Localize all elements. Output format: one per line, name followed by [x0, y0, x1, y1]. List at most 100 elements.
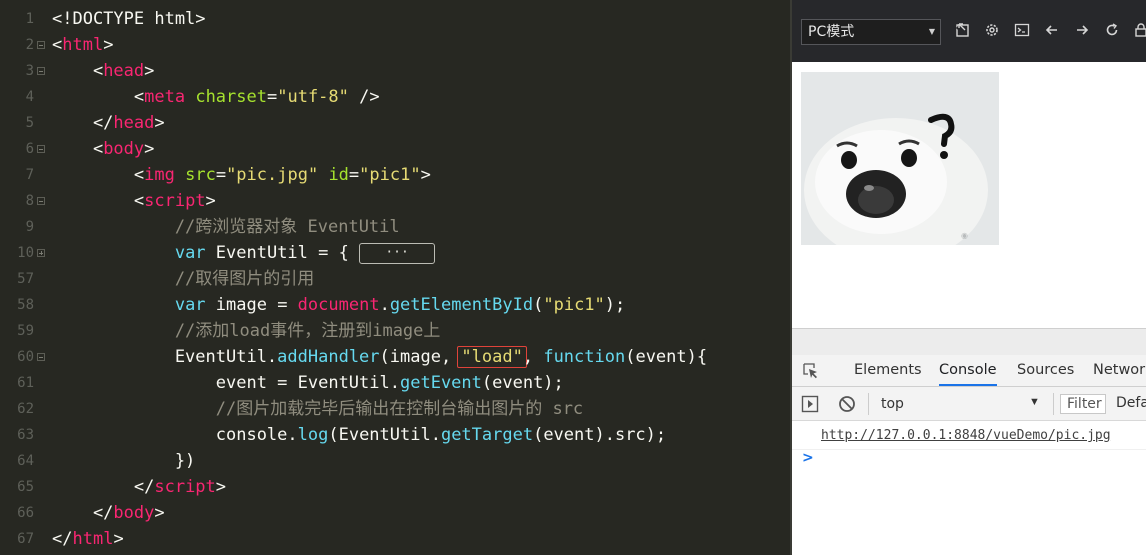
- line-number: 7: [25, 167, 34, 183]
- devtools-resize-bar[interactable]: [792, 328, 1146, 355]
- fold-collapse-icon[interactable]: [37, 41, 45, 49]
- mode-select-value: PC模式: [808, 24, 855, 40]
- fold-collapse-icon[interactable]: [37, 145, 45, 153]
- inspect-element-icon[interactable]: [802, 362, 820, 380]
- code-line[interactable]: 57 //取得图片的引用: [0, 266, 790, 292]
- console-prompt-icon[interactable]: >: [802, 450, 814, 466]
- settings-icon[interactable]: [983, 22, 1001, 40]
- code-token: "pic1": [543, 295, 605, 315]
- log-levels-select[interactable]: Defa: [1116, 395, 1146, 411]
- code-line[interactable]: 62 //图片加载完毕后输出在控制台输出图片的 src: [0, 396, 790, 422]
- folded-code-placeholder[interactable]: ···: [359, 243, 436, 264]
- code-token: <: [52, 61, 104, 81]
- code-line[interactable]: 7 <img src="pic.jpg" id="pic1">: [0, 162, 790, 188]
- code-token: (event){: [625, 347, 708, 367]
- code-line[interactable]: 3 <head>: [0, 58, 790, 84]
- code-line[interactable]: 61 event = EventUtil.getEvent(event);: [0, 370, 790, 396]
- code-editor[interactable]: 1 <!DOCTYPE html> 2 <html> 3 <head> 4 <meta c…: [0, 0, 790, 555]
- code-line[interactable]: 59 //添加load事件，注册到image上: [0, 318, 790, 344]
- toolbar-divider: [1053, 393, 1054, 415]
- context-select[interactable]: top ▼: [874, 393, 1044, 415]
- forward-arrow-icon[interactable]: [1073, 22, 1091, 40]
- code-token: (event);: [481, 373, 564, 393]
- code-token: >: [144, 139, 155, 159]
- tab-elements[interactable]: Elements: [854, 355, 922, 386]
- fold-collapse-icon[interactable]: [37, 353, 45, 361]
- console-output[interactable]: http://127.0.0.1:8848/vueDemo/pic.jpg >: [792, 421, 1146, 555]
- lock-icon[interactable]: [1132, 22, 1146, 40]
- tab-network[interactable]: Network: [1093, 355, 1146, 386]
- code-token: "load": [457, 346, 527, 368]
- code-line[interactable]: 66 </body>: [0, 500, 790, 526]
- code-token: getTarget: [440, 425, 534, 445]
- code-token: >: [420, 165, 431, 185]
- chevron-down-icon: ▼: [928, 27, 935, 36]
- code-token: img: [144, 165, 175, 185]
- code-line[interactable]: 2 <html>: [0, 32, 790, 58]
- code-line[interactable]: 63 console.log(EventUtil.getTarget(event…: [0, 422, 790, 448]
- code-token: (EventUtil.: [328, 425, 441, 445]
- console-log-link[interactable]: http://127.0.0.1:8848/vueDemo/pic.jpg: [821, 428, 1111, 443]
- code-text: <head>: [52, 58, 154, 84]
- code-line[interactable]: 9 //跨浏览器对象 EventUtil: [0, 214, 790, 240]
- line-number: 58: [17, 297, 34, 313]
- code-line[interactable]: 6 <body>: [0, 136, 790, 162]
- clear-console-icon[interactable]: [838, 395, 856, 413]
- tab-console[interactable]: Console: [939, 355, 997, 386]
- code-line[interactable]: 64 }): [0, 448, 790, 474]
- code-token: addHandler: [277, 347, 380, 367]
- open-external-icon[interactable]: [954, 22, 972, 40]
- code-token: =: [215, 165, 227, 185]
- line-number: 10: [17, 245, 34, 261]
- code-line[interactable]: 1 <!DOCTYPE html>: [0, 6, 790, 32]
- code-line[interactable]: 4 <meta charset="utf-8" />: [0, 84, 790, 110]
- code-token: var: [174, 295, 206, 315]
- code-text: console.log(EventUtil.getTarget(event).s…: [52, 422, 666, 448]
- filter-input[interactable]: Filter: [1060, 394, 1106, 414]
- back-arrow-icon[interactable]: [1043, 22, 1061, 40]
- line-number: 8: [25, 193, 34, 209]
- code-line[interactable]: 65 </script>: [0, 474, 790, 500]
- fold-collapse-icon[interactable]: [37, 67, 45, 75]
- filter-placeholder: Filter: [1067, 396, 1102, 412]
- context-select-value: top: [881, 396, 904, 412]
- log-separator: [792, 449, 1146, 450]
- code-token: (image,: [379, 347, 462, 367]
- code-token: <: [52, 35, 63, 55]
- code-line[interactable]: 10 var EventUtil = { ···: [0, 240, 790, 266]
- code-text: EventUtil.addHandler(image, "load", func…: [52, 344, 707, 370]
- code-token: />: [348, 87, 380, 107]
- refresh-icon[interactable]: [1103, 22, 1121, 40]
- line-number: 9: [25, 219, 34, 235]
- page-preview: ◉: [792, 62, 1146, 328]
- line-number: 57: [17, 271, 34, 287]
- tab-sources[interactable]: Sources: [1017, 355, 1074, 386]
- code-token: "pic1": [359, 165, 421, 185]
- code-line[interactable]: 67 </html>: [0, 526, 790, 552]
- sidebar-toggle-icon[interactable]: [801, 395, 819, 413]
- code-token: EventUtil.: [52, 347, 278, 367]
- code-line[interactable]: 5 </head>: [0, 110, 790, 136]
- browser-toolbar: PC模式 ▼: [792, 0, 1146, 62]
- code-line[interactable]: 58 var image = document.getElementById("…: [0, 292, 790, 318]
- code-token: >: [144, 61, 155, 81]
- code-token: charset: [195, 87, 267, 107]
- terminal-icon[interactable]: [1013, 22, 1031, 40]
- code-token: script: [144, 191, 206, 211]
- svg-text:◉: ◉: [961, 231, 968, 240]
- fold-collapse-icon[interactable]: [37, 197, 45, 205]
- code-token: console.: [52, 425, 298, 445]
- code-line[interactable]: 60 EventUtil.addHandler(image, "load", f…: [0, 344, 790, 370]
- code-text: }): [52, 448, 195, 474]
- line-number: 66: [17, 505, 34, 521]
- code-token: log: [297, 425, 329, 445]
- fold-expand-icon[interactable]: [37, 249, 45, 257]
- code-line[interactable]: 8 <script>: [0, 188, 790, 214]
- mode-select[interactable]: PC模式 ▼: [801, 19, 941, 45]
- code-text: <meta charset="utf-8" />: [52, 84, 380, 110]
- line-number: 2: [25, 37, 34, 53]
- code-token: //取得图片的引用: [52, 269, 315, 289]
